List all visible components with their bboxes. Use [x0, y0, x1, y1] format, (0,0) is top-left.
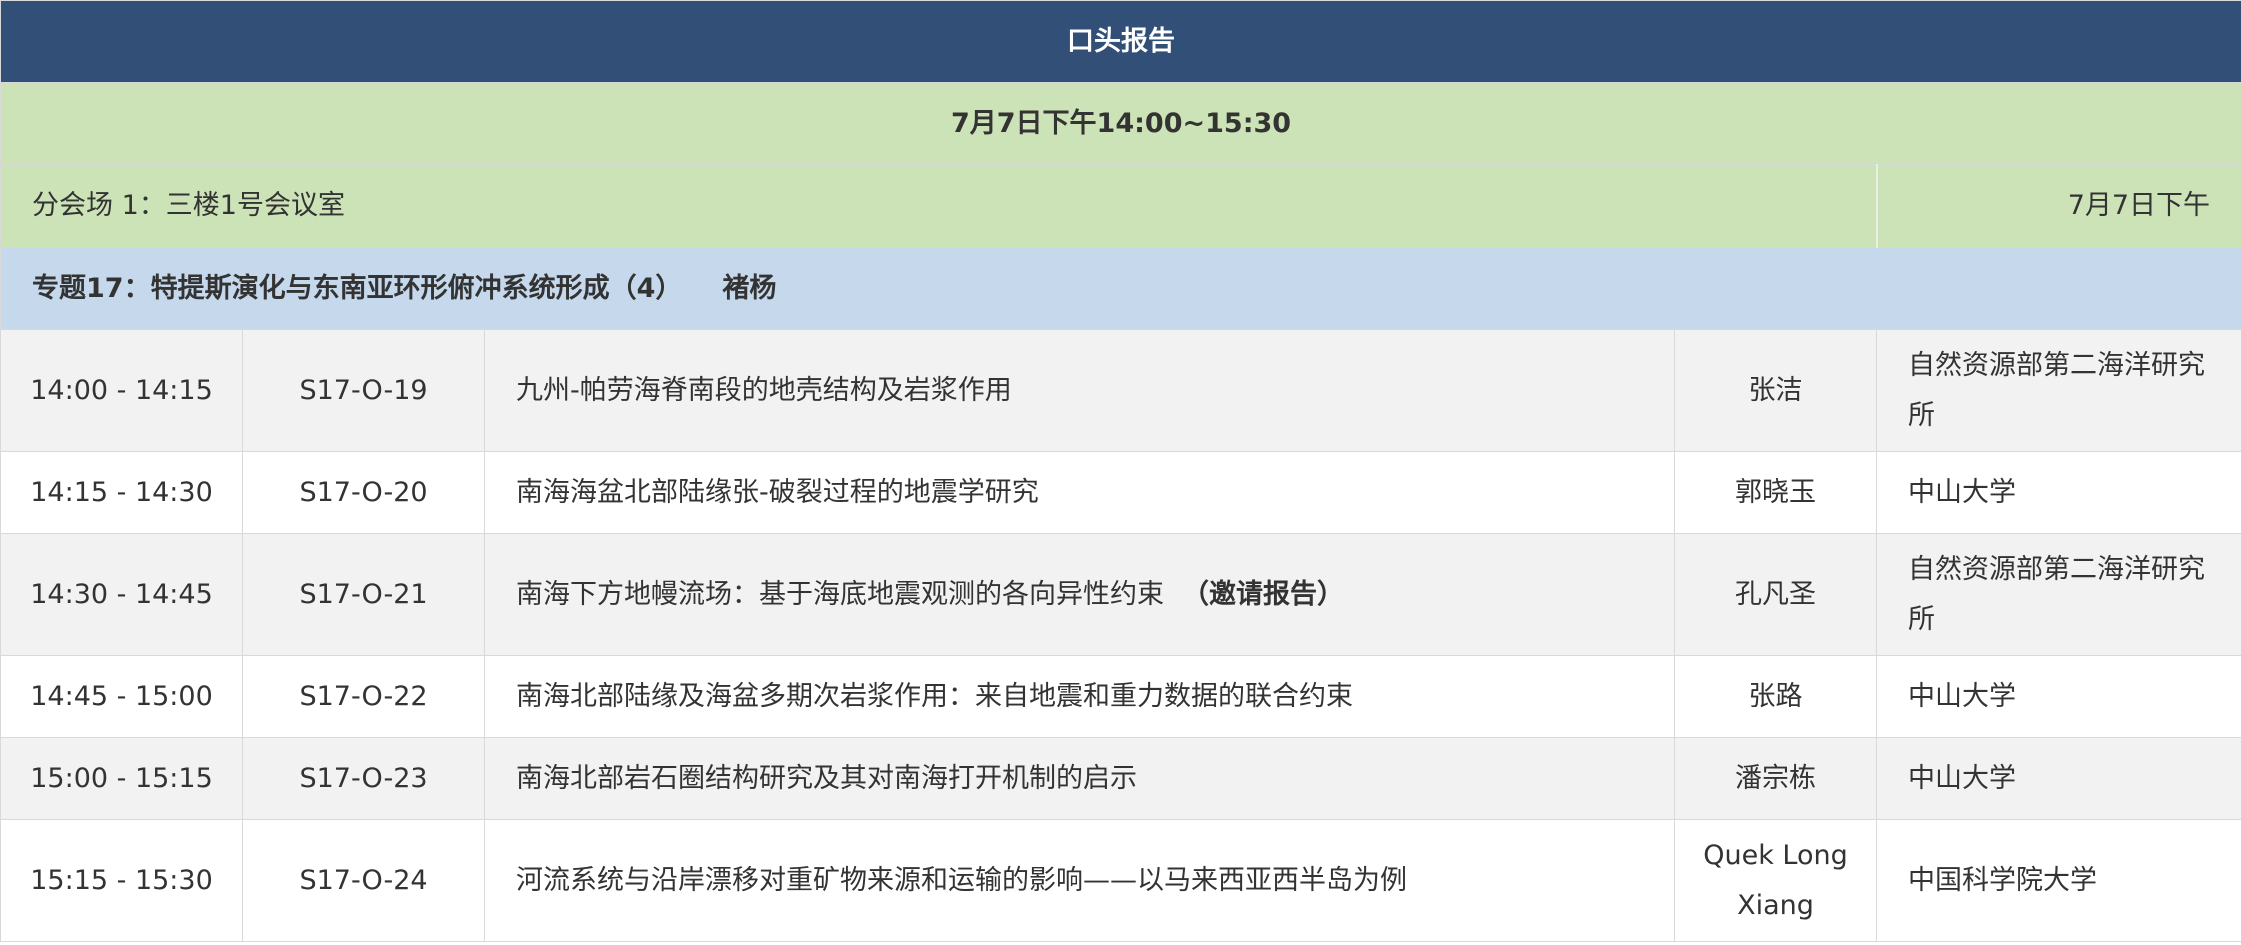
talk-code: S17-O-24	[242, 819, 485, 942]
talk-code: S17-O-21	[242, 533, 485, 656]
table-row: 14:45 - 15:00 S17-O-22 南海北部陆缘及海盆多期次岩浆作用：…	[0, 655, 2241, 738]
talk-speaker: 张路	[1674, 655, 1877, 738]
talk-title-cell: 南海北部陆缘及海盆多期次岩浆作用：来自地震和重力数据的联合约束	[484, 655, 1675, 738]
talk-time: 15:15 - 15:30	[0, 819, 243, 942]
talk-speaker: 郭晓玉	[1674, 451, 1877, 534]
talk-title: 河流系统与沿岸漂移对重矿物来源和运输的影响——以马来西亚西半岛为例	[516, 864, 1407, 896]
talk-institution: 中山大学	[1875, 737, 2241, 820]
talk-institution: 中山大学	[1875, 655, 2241, 738]
table-row: 15:15 - 15:30 S17-O-24 河流系统与沿岸漂移对重矿物来源和运…	[0, 819, 2241, 942]
topic-chair: 褚杨	[722, 272, 777, 304]
talk-title-cell: 河流系统与沿岸漂移对重矿物来源和运输的影响——以马来西亚西半岛为例	[484, 819, 1675, 942]
venue-row: 分会场 1：三楼1号会议室 7月7日下午	[0, 164, 2241, 248]
talk-time: 14:45 - 15:00	[0, 655, 243, 738]
table-row: 14:30 - 14:45 S17-O-21 南海下方地幔流场：基于海底地震观测…	[0, 533, 2241, 656]
header-row: 口头报告	[0, 0, 2241, 83]
talk-time: 14:15 - 14:30	[0, 451, 243, 534]
talk-title: 南海北部岩石圈结构研究及其对南海打开机制的启示	[516, 762, 1137, 794]
session-time-row: 7月7日下午14:00~15:30	[0, 82, 2241, 165]
talk-title-cell: 南海北部岩石圈结构研究及其对南海打开机制的启示	[484, 737, 1675, 820]
talk-title: 南海海盆北部陆缘张-破裂过程的地震学研究	[516, 476, 1039, 508]
talk-speaker: Quek Long Xiang	[1674, 819, 1877, 942]
oral-report-schedule-table: 口头报告 7月7日下午14:00~15:30 分会场 1：三楼1号会议室 7月7…	[0, 0, 2241, 942]
talk-time: 15:00 - 15:15	[0, 737, 243, 820]
talk-title: 南海北部陆缘及海盆多期次岩浆作用：来自地震和重力数据的联合约束	[516, 680, 1353, 712]
talk-time: 14:30 - 14:45	[0, 533, 243, 656]
talk-time: 14:00 - 14:15	[0, 329, 243, 452]
venue-date: 7月7日下午	[1875, 164, 2241, 248]
talk-speaker: 孔凡圣	[1674, 533, 1877, 656]
topic-row: 专题17：特提斯演化与东南亚环形俯冲系统形成（4） 褚杨	[0, 247, 2241, 330]
talk-title: 九州-帕劳海脊南段的地壳结构及岩浆作用	[516, 374, 1012, 406]
invited-tag: （邀请报告）	[1182, 578, 1344, 610]
talk-institution: 自然资源部第二海洋研究所	[1875, 329, 2241, 452]
talk-code: S17-O-19	[242, 329, 485, 452]
talk-speaker: 张洁	[1674, 329, 1877, 452]
talk-title-cell: 南海下方地幔流场：基于海底地震观测的各向异性约束 （邀请报告）	[484, 533, 1675, 656]
talk-title-cell: 九州-帕劳海脊南段的地壳结构及岩浆作用	[484, 329, 1675, 452]
talk-speaker: 潘宗栋	[1674, 737, 1877, 820]
talk-title-cell: 南海海盆北部陆缘张-破裂过程的地震学研究	[484, 451, 1675, 534]
talk-code: S17-O-22	[242, 655, 485, 738]
talk-institution: 中国科学院大学	[1875, 819, 2241, 942]
table-row: 14:00 - 14:15 S17-O-19 九州-帕劳海脊南段的地壳结构及岩浆…	[0, 329, 2241, 452]
talk-code: S17-O-23	[242, 737, 485, 820]
topic-cell: 专题17：特提斯演化与东南亚环形俯冲系统形成（4） 褚杨	[0, 247, 2241, 330]
session-time: 7月7日下午14:00~15:30	[0, 82, 2241, 165]
talk-institution: 中山大学	[1875, 451, 2241, 534]
table-row: 14:15 - 14:30 S17-O-20 南海海盆北部陆缘张-破裂过程的地震…	[0, 451, 2241, 534]
schedule-title: 口头报告	[0, 0, 2241, 83]
table-row: 15:00 - 15:15 S17-O-23 南海北部岩石圈结构研究及其对南海打…	[0, 737, 2241, 820]
venue-name: 分会场 1：三楼1号会议室	[0, 164, 1877, 248]
talk-code: S17-O-20	[242, 451, 485, 534]
topic-title: 专题17：特提斯演化与东南亚环形俯冲系统形成（4）	[32, 272, 683, 304]
schedule-page: 口头报告 7月7日下午14:00~15:30 分会场 1：三楼1号会议室 7月7…	[0, 0, 2241, 945]
talk-institution: 自然资源部第二海洋研究所	[1875, 533, 2241, 656]
talk-title: 南海下方地幔流场：基于海底地震观测的各向异性约束	[516, 578, 1164, 610]
